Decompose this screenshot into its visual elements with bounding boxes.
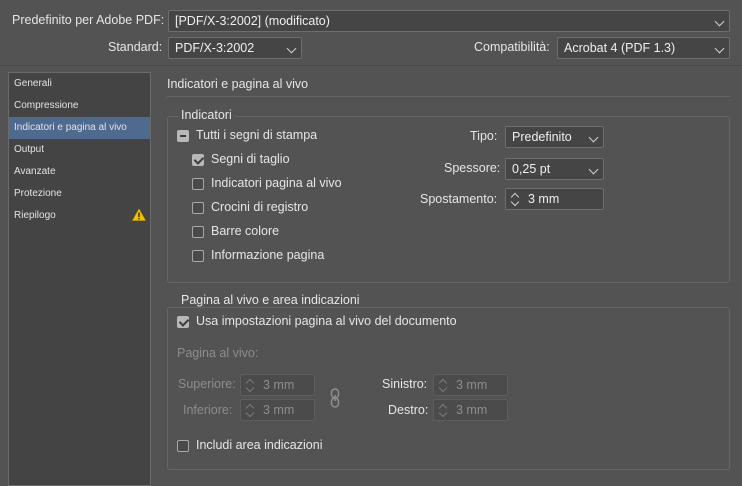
chevron-down-icon [588, 132, 599, 143]
compat-value: Acrobat 4 (PDF 1.3) [564, 41, 676, 55]
registration-marks-label: Crocini di registro [211, 200, 309, 214]
spostamento-label: Spostamento: [420, 192, 498, 206]
spostamento-stepper[interactable]: 3 mm [505, 188, 604, 210]
sinistro-stepper[interactable]: 3 mm [433, 374, 508, 396]
destro-value: 3 mm [456, 403, 488, 417]
inferiore-stepper[interactable]: 3 mm [240, 399, 315, 421]
color-bars-checkbox[interactable] [192, 226, 204, 238]
destro-label: Destro: [388, 403, 429, 417]
chevron-down-icon [286, 43, 297, 54]
sidebar-item-indicatori[interactable]: Indicatori e pagina al vivo [9, 117, 150, 139]
stepper-arrows-icon [434, 375, 452, 395]
all-marks-label: Tutti i segni di stampa [196, 128, 318, 142]
spostamento-value: 3 mm [528, 192, 560, 206]
stepper-arrows-icon[interactable] [506, 189, 524, 209]
chevron-down-icon [714, 43, 725, 54]
spessore-value: 0,25 pt [512, 162, 551, 176]
preset-value: [PDF/X-3:2002] (modificato) [175, 14, 330, 28]
chevron-down-icon [714, 16, 725, 27]
standard-select[interactable]: PDF/X-3:2002 [168, 37, 302, 59]
all-marks-checkbox[interactable] [177, 130, 189, 142]
crop-marks-label: Segni di taglio [211, 152, 290, 166]
marks-group-title: Indicatori [178, 108, 235, 122]
standard-value: PDF/X-3:2002 [175, 41, 255, 55]
spessore-label: Spessore: [444, 161, 501, 175]
bleed-marks-label: Indicatori pagina al vivo [211, 176, 342, 190]
spessore-select[interactable]: 0,25 pt [505, 158, 604, 180]
superiore-value: 3 mm [263, 378, 295, 392]
preset-select[interactable]: [PDF/X-3:2002] (modificato) [168, 10, 730, 32]
sidebar-item-avanzate[interactable]: Avanzate [9, 161, 150, 183]
warning-icon [132, 208, 146, 221]
sidebar-item-output[interactable]: Output [9, 139, 150, 161]
compat-label: Compatibilità: [474, 40, 550, 54]
page-info-checkbox[interactable] [192, 250, 204, 262]
stepper-arrows-icon [241, 375, 259, 395]
superiore-label: Superiore: [178, 377, 236, 391]
include-slug-label: Includi area indicazioni [196, 438, 323, 452]
section-title: Indicatori e pagina al vivo [167, 77, 309, 91]
crop-marks-checkbox[interactable] [192, 154, 204, 166]
page-info-label: Informazione pagina [211, 248, 325, 262]
use-doc-bleed-checkbox[interactable] [177, 316, 189, 328]
bleed-label: Pagina al vivo: [177, 346, 259, 360]
include-slug-checkbox[interactable] [177, 440, 189, 452]
preset-label: Predefinito per Adobe PDF: [12, 13, 165, 27]
chain-link-icon[interactable] [328, 387, 342, 409]
section-divider [167, 96, 730, 97]
inferiore-label: Inferiore: [183, 403, 233, 417]
sinistro-label: Sinistro: [382, 377, 428, 391]
use-doc-bleed-label: Usa impostazioni pagina al vivo del docu… [196, 314, 457, 328]
sidebar-item-riepilogo[interactable]: Riepilogo [9, 205, 150, 227]
color-bars-label: Barre colore [211, 224, 280, 238]
stepper-arrows-icon [434, 400, 452, 420]
destro-stepper[interactable]: 3 mm [433, 399, 508, 421]
tipo-value: Predefinito [512, 130, 572, 144]
registration-marks-checkbox[interactable] [192, 202, 204, 214]
superiore-stepper[interactable]: 3 mm [240, 374, 315, 396]
inferiore-value: 3 mm [263, 403, 295, 417]
sidebar-item-compressione[interactable]: Compressione [9, 95, 150, 117]
sidebar-item-generali[interactable]: Generali [9, 73, 150, 95]
sinistro-value: 3 mm [456, 378, 488, 392]
sidebar-item-protezione[interactable]: Protezione [9, 183, 150, 205]
compat-select[interactable]: Acrobat 4 (PDF 1.3) [557, 37, 730, 59]
stepper-arrows-icon [241, 400, 259, 420]
sidebar: Generali Compressione Indicatori e pagin… [8, 72, 151, 486]
bleed-group-title: Pagina al vivo e area indicazioni [178, 293, 363, 307]
bleed-marks-checkbox[interactable] [192, 178, 204, 190]
tipo-label: Tipo: [470, 129, 498, 143]
standard-label: Standard: [108, 40, 163, 54]
header-divider [0, 65, 742, 66]
sidebar-item-label: Riepilogo [14, 210, 56, 221]
tipo-select[interactable]: Predefinito [505, 126, 604, 148]
chevron-down-icon [588, 164, 599, 175]
